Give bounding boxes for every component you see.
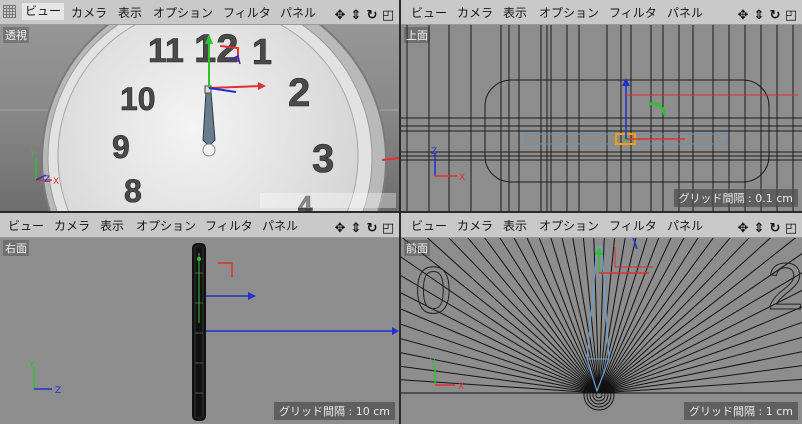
axis-z-label-top: Z bbox=[431, 147, 437, 157]
menu-filter[interactable]: フィルタ bbox=[609, 217, 657, 234]
menu-filter[interactable]: フィルタ bbox=[609, 4, 657, 21]
maximize-icon[interactable]: ◰ bbox=[784, 222, 798, 236]
clock-number-2: 2 bbox=[288, 71, 310, 115]
clock-number-3: 3 bbox=[312, 137, 334, 181]
menu-filter[interactable]: フィルタ bbox=[205, 217, 253, 234]
viewport-menubar: ビュー カメラ 表示 オプション フィルタ パネル ✥ ⇕ ↻ ◰ bbox=[401, 213, 802, 238]
menu-panel[interactable]: パネル bbox=[667, 217, 703, 234]
clock-number-8: 8 bbox=[124, 173, 142, 209]
axis-x-label-top: X bbox=[459, 173, 465, 183]
move-icon[interactable]: ✥ bbox=[333, 9, 347, 23]
axis-z-label: Z bbox=[44, 175, 50, 185]
clock-number-9: 9 bbox=[112, 129, 130, 165]
axis-z-label-right: Z bbox=[55, 386, 61, 396]
move-icon[interactable]: ✥ bbox=[736, 9, 750, 23]
top-scene[interactable]: Z X bbox=[401, 0, 802, 211]
viewport-menubar: ビュー カメラ 表示 オプション フィルタ パネル ✥ ⇕ ↻ ◰ bbox=[0, 0, 399, 25]
menu-display[interactable]: 表示 bbox=[118, 4, 142, 21]
front-number-2: 2 bbox=[767, 249, 802, 323]
viewport-top[interactable]: Z X ビュー カメラ 表示 オプション フィルタ パネル ✥ ⇕ ↻ ◰ 上面 グリ… bbox=[401, 0, 802, 211]
panel-grip-icon[interactable] bbox=[3, 5, 16, 18]
menu-options[interactable]: オプション bbox=[136, 217, 196, 234]
menu-camera[interactable]: カメラ bbox=[71, 4, 107, 21]
maximize-icon[interactable]: ◰ bbox=[381, 9, 395, 23]
viewport-label[interactable]: 上面 bbox=[404, 27, 430, 43]
menu-options[interactable]: オプション bbox=[539, 217, 599, 234]
dolly-icon[interactable]: ⇕ bbox=[349, 9, 363, 23]
rotate-icon[interactable]: ↻ bbox=[365, 222, 379, 236]
menu-camera[interactable]: カメラ bbox=[457, 4, 493, 21]
rotate-icon[interactable]: ↻ bbox=[365, 9, 379, 23]
dolly-icon[interactable]: ⇕ bbox=[752, 222, 766, 236]
clock-number-11: 11 bbox=[148, 32, 184, 70]
clock-number-10: 10 bbox=[120, 81, 156, 117]
menu-view[interactable]: ビュー bbox=[8, 217, 44, 234]
viewport-label[interactable]: 前面 bbox=[404, 240, 430, 256]
axis-y-label-right: Y bbox=[28, 360, 35, 370]
viewport-front[interactable]: 0 2 Y X ビュー カメラ 表示 オプション フィルタ パネル ✥ ⇕ ↻ … bbox=[401, 213, 802, 424]
menu-options[interactable]: オプション bbox=[153, 4, 213, 21]
rotate-icon[interactable]: ↻ bbox=[768, 222, 782, 236]
grid-spacing-label: グリッド間隔 : 0.1 cm bbox=[673, 189, 798, 207]
menu-display[interactable]: 表示 bbox=[503, 217, 527, 234]
menu-display[interactable]: 表示 bbox=[503, 4, 527, 21]
front-number-0: 0 bbox=[415, 253, 452, 327]
grid-spacing-label: グリッド間隔 : 10 cm bbox=[274, 402, 395, 420]
perspective-scene[interactable]: 12 1 2 3 11 10 9 8 4 bbox=[0, 0, 399, 211]
menu-camera[interactable]: カメラ bbox=[54, 217, 90, 234]
grid-spacing-label: グリッド間隔 : 1 cm bbox=[684, 402, 798, 420]
move-icon[interactable]: ✥ bbox=[736, 222, 750, 236]
viewport-menubar: ビュー カメラ 表示 オプション フィルタ パネル ✥ ⇕ ↻ ◰ bbox=[401, 0, 802, 25]
right-scene[interactable]: Y Z bbox=[0, 213, 399, 424]
four-view-layout: 12 1 2 3 11 10 9 8 4 bbox=[0, 0, 802, 424]
maximize-icon[interactable]: ◰ bbox=[784, 9, 798, 23]
menu-view[interactable]: ビュー bbox=[411, 4, 447, 21]
menu-filter[interactable]: フィルタ bbox=[223, 4, 271, 21]
menu-panel[interactable]: パネル bbox=[262, 217, 298, 234]
menu-display[interactable]: 表示 bbox=[100, 217, 124, 234]
axis-x-label: X bbox=[53, 177, 59, 187]
viewport-menubar: ビュー カメラ 表示 オプション フィルタ パネル ✥ ⇕ ↻ ◰ bbox=[0, 213, 399, 238]
axis-x-label-front: X bbox=[458, 382, 464, 392]
viewport-right[interactable]: Y Z ビュー カメラ 表示 オプション フィルタ パネル ✥ ⇕ ↻ ◰ 右面 グリ… bbox=[0, 213, 399, 424]
clock-number-12: 12 bbox=[194, 27, 239, 71]
viewport-perspective[interactable]: 12 1 2 3 11 10 9 8 4 bbox=[0, 0, 399, 211]
axis-y-label-front: Y bbox=[429, 358, 436, 368]
dolly-icon[interactable]: ⇕ bbox=[752, 9, 766, 23]
move-icon[interactable]: ✥ bbox=[333, 222, 347, 236]
menu-view[interactable]: ビュー bbox=[411, 217, 447, 234]
menu-panel[interactable]: パネル bbox=[280, 4, 316, 21]
viewport-label[interactable]: 透視 bbox=[3, 27, 29, 43]
menu-options[interactable]: オプション bbox=[539, 4, 599, 21]
axis-y-label: Y bbox=[29, 149, 36, 159]
viewport-label[interactable]: 右面 bbox=[3, 240, 29, 256]
menu-camera[interactable]: カメラ bbox=[457, 217, 493, 234]
menu-panel[interactable]: パネル bbox=[667, 4, 703, 21]
dolly-icon[interactable]: ⇕ bbox=[349, 222, 363, 236]
clock-number-1: 1 bbox=[252, 31, 272, 72]
rotate-icon[interactable]: ↻ bbox=[768, 9, 782, 23]
menu-view[interactable]: ビュー bbox=[22, 3, 65, 20]
front-scene[interactable]: 0 2 Y X bbox=[401, 213, 802, 424]
maximize-icon[interactable]: ◰ bbox=[381, 222, 395, 236]
